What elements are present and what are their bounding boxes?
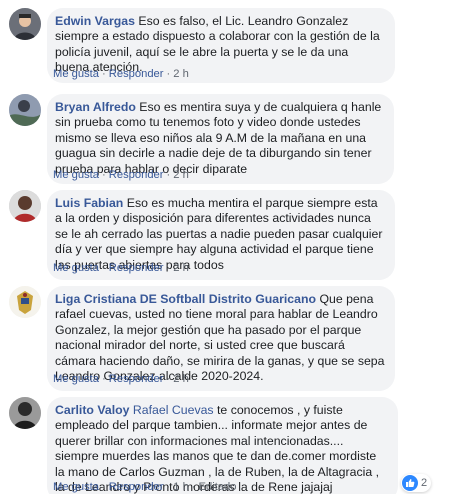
comment-author[interactable]: Edwin Vargas [55,14,135,28]
comment-actions: Me gusta · Responder · 1 h · Editado [53,481,237,493]
comment-actions: Me gusta · Responder · 2 h [53,262,189,274]
comment-actions: Me gusta · Responder · 2 h [53,373,189,385]
comment-mention[interactable]: Rafael Cuevas [133,403,214,417]
reactions-badge[interactable]: 2 [401,474,432,492]
reply-button[interactable]: Responder [109,262,164,274]
comment-bubble: Carlito Valoy Rafael Cuevas te conocemos… [47,397,398,494]
comment-time[interactable]: 2 h [173,373,189,385]
comment-actions: Me gusta · Responder · 2 h [53,68,189,80]
comment-time[interactable]: 2 h [173,68,189,80]
comment-time[interactable]: 2 h [173,262,189,274]
like-button[interactable]: Me gusta [53,169,99,181]
comment-author[interactable]: Luis Fabian [55,196,123,210]
comment-author[interactable]: Liga Cristiana DE Softball Distrito Guar… [55,292,316,306]
comment-author[interactable]: Carlito Valoy [55,403,130,417]
like-button[interactable]: Me gusta [53,68,99,80]
comment-time[interactable]: 2 h [173,169,189,181]
avatar[interactable] [9,8,41,40]
reply-button[interactable]: Responder [109,481,164,493]
avatar[interactable] [9,94,41,126]
reaction-count: 2 [421,477,428,489]
comment-author[interactable]: Bryan Alfredo [55,100,136,114]
avatar[interactable] [9,286,41,318]
avatar[interactable] [9,397,41,429]
like-button[interactable]: Me gusta [53,481,99,493]
edited-label[interactable]: Editado [199,481,237,493]
avatar[interactable] [9,190,41,222]
like-button[interactable]: Me gusta [53,262,99,274]
comment-time[interactable]: 1 h [173,481,189,493]
like-thumb-icon [402,475,418,491]
reply-button[interactable]: Responder [109,169,164,181]
like-button[interactable]: Me gusta [53,373,99,385]
reply-button[interactable]: Responder [109,373,164,385]
reply-button[interactable]: Responder [109,68,164,80]
comment-actions: Me gusta · Responder · 2 h [53,169,189,181]
